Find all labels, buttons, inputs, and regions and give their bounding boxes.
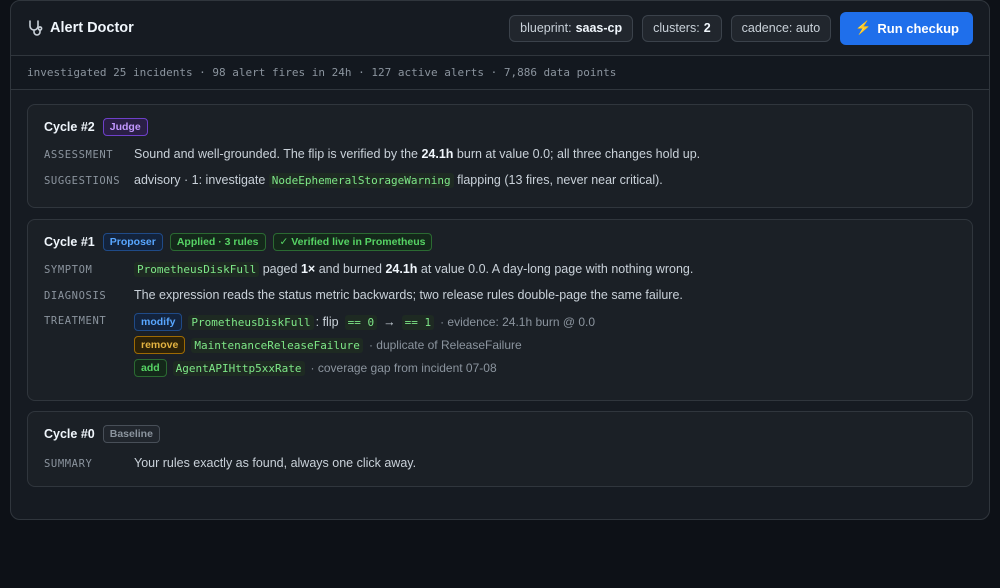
run-checkup-label: Run checkup <box>877 20 959 36</box>
rule-code[interactable]: MaintenanceReleaseFailure <box>191 337 363 353</box>
blueprint-value: saas-cp <box>575 21 623 35</box>
brand: Alert Doctor <box>27 19 134 37</box>
proposer-badge: Proposer <box>102 233 163 251</box>
treatment-item: modify PrometheusDiskFull : flip == 0 → … <box>134 313 595 331</box>
suggestions-post: flapping (13 fires, never near critical)… <box>457 173 663 187</box>
symptom-b1: 1× <box>300 262 316 276</box>
treatment-row: TREATMENT modify PrometheusDiskFull : fl… <box>44 313 956 377</box>
suggestions-pre: advisory · 1: investigate <box>134 173 266 187</box>
blueprint-pill[interactable]: blueprint: saas-cp <box>509 14 634 42</box>
arrow-icon: → <box>383 315 396 329</box>
symptom-t1: paged <box>262 262 298 276</box>
cycle-head: Cycle #2 Judge <box>44 117 956 137</box>
treatment-item: remove MaintenanceReleaseFailure · dupli… <box>134 336 595 354</box>
header-controls: blueprint: saas-cp clusters: 2 cadence: … <box>509 11 973 45</box>
assessment-pre: Sound and well-grounded. The flip is ver… <box>134 147 418 161</box>
expr-from: == 0 <box>344 314 378 330</box>
stethoscope-icon <box>27 19 45 37</box>
remove-tag: remove <box>134 336 186 354</box>
summary-row: SUMMARY Your rules exactly as found, alw… <box>44 456 956 470</box>
summary-text: Your rules exactly as found, always one … <box>134 456 417 470</box>
rule-code[interactable]: PrometheusDiskFull <box>188 314 314 330</box>
treatment-note: · coverage gap from incident 07-08 <box>310 361 497 375</box>
app-title: Alert Doctor <box>50 20 134 36</box>
header: Alert Doctor blueprint: saas-cp clusters… <box>11 1 989 56</box>
suggestions-text: advisory · 1: investigate NodeEphemeralS… <box>134 173 663 188</box>
cycle-title: Cycle #1 <box>44 235 95 249</box>
treatment-list: modify PrometheusDiskFull : flip == 0 → … <box>134 313 595 377</box>
diagnosis-text: The expression reads the status metric b… <box>134 288 683 302</box>
rule-code[interactable]: AgentAPIHttp5xxRate <box>172 360 305 376</box>
cycle-title: Cycle #0 <box>44 427 95 441</box>
cadence-pill[interactable]: cadence: auto <box>730 14 832 42</box>
symptom-text: PrometheusDiskFull paged 1× and burned 2… <box>134 262 694 277</box>
cycle-card-1: Cycle #1 Proposer Applied · 3 rules ✓ Ve… <box>27 219 973 401</box>
cycle-head: Cycle #1 Proposer Applied · 3 rules ✓ Ve… <box>44 232 956 252</box>
symptom-b2: 24.1h <box>385 262 418 276</box>
modify-tag: modify <box>134 313 183 331</box>
cycle-card-2: Cycle #2 Judge ASSESSMENT Sound and well… <box>27 104 973 208</box>
symptom-t3: at value 0.0. A day-long page with nothi… <box>420 262 694 276</box>
symptom-row: SYMPTOM PrometheusDiskFull paged 1× and … <box>44 262 956 277</box>
symptom-t2: and burned <box>318 262 382 276</box>
run-checkup-button[interactable]: ⚡ Run checkup <box>840 11 973 45</box>
treatment-label: TREATMENT <box>44 315 107 327</box>
cycle-card-0: Cycle #0 Baseline SUMMARY Your rules exa… <box>27 411 973 487</box>
cycle-head: Cycle #0 Baseline <box>44 424 956 444</box>
add-tag: add <box>134 359 167 377</box>
diagnosis-label: DIAGNOSIS <box>44 290 107 302</box>
summary-label: SUMMARY <box>44 458 93 470</box>
assessment-row: ASSESSMENT Sound and well-grounded. The … <box>44 147 956 161</box>
judge-badge: Judge <box>102 118 148 136</box>
clusters-pill[interactable]: clusters: 2 <box>642 14 722 42</box>
treatment-mid: : flip <box>315 315 339 329</box>
assessment-bold: 24.1h <box>421 147 454 161</box>
treatment-note: · evidence: 24.1h burn @ 0.0 <box>440 315 596 329</box>
stats-bar: investigated 25 incidents · 98 alert fir… <box>11 56 989 90</box>
assessment-post: burn at value 0.0; all three changes hol… <box>456 147 701 161</box>
lightning-icon: ⚡ <box>855 20 872 35</box>
assessment-label: ASSESSMENT <box>44 149 114 161</box>
cycle-title: Cycle #2 <box>44 120 95 134</box>
suggestions-row: SUGGESTIONS advisory · 1: investigate No… <box>44 173 956 188</box>
clusters-label: clusters: <box>653 21 700 35</box>
expr-to: == 1 <box>401 314 435 330</box>
assessment-text: Sound and well-grounded. The flip is ver… <box>134 147 700 161</box>
applied-badge: Applied · 3 rules <box>169 233 266 251</box>
treatment-note: · duplicate of ReleaseFailure <box>368 338 522 352</box>
clusters-value: 2 <box>703 21 711 35</box>
suggestions-label: SUGGESTIONS <box>44 175 121 187</box>
alert-doctor-panel: Alert Doctor blueprint: saas-cp clusters… <box>10 0 990 520</box>
diagnosis-row: DIAGNOSIS The expression reads the statu… <box>44 288 956 302</box>
rule-code[interactable]: NodeEphemeralStorageWarning <box>268 173 454 188</box>
baseline-badge: Baseline <box>102 425 160 443</box>
cadence-label: cadence: auto <box>741 21 821 35</box>
verified-badge: ✓ Verified live in Prometheus <box>272 233 433 251</box>
symptom-label: SYMPTOM <box>44 264 93 276</box>
blueprint-label: blueprint: <box>520 21 572 35</box>
rule-code[interactable]: PrometheusDiskFull <box>134 262 260 277</box>
treatment-item: add AgentAPIHttp5xxRate · coverage gap f… <box>134 359 595 377</box>
